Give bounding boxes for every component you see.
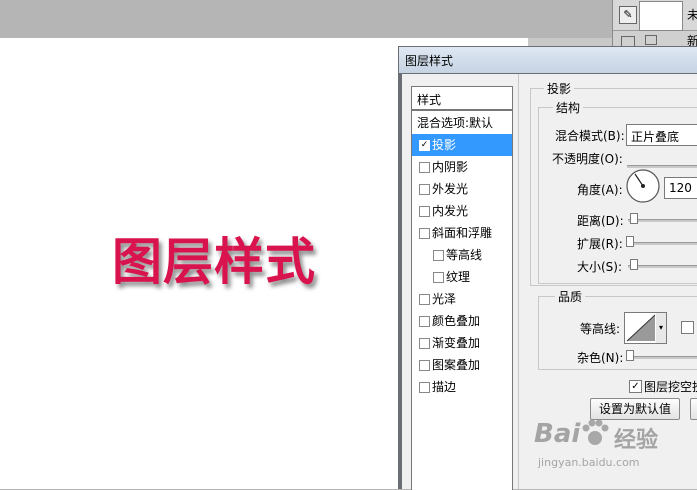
list-item-texture[interactable]: 纹理 bbox=[412, 266, 512, 288]
contour-preview-icon bbox=[626, 314, 656, 342]
list-item-label: 等高线 bbox=[446, 248, 483, 262]
list-item-blending-options[interactable]: 混合选项:默认 bbox=[412, 112, 512, 134]
list-item-label: 投影 bbox=[432, 138, 457, 152]
noise-slider-thumb[interactable] bbox=[626, 350, 634, 361]
blend-mode-label: 混合模式(B): bbox=[555, 129, 625, 143]
list-item-label: 纹理 bbox=[446, 270, 471, 284]
brush-icon[interactable]: ✎ bbox=[619, 6, 637, 24]
chevron-down-icon[interactable]: ▾ bbox=[656, 312, 667, 344]
size-slider-thumb[interactable] bbox=[630, 259, 638, 270]
list-item-gradient-overlay[interactable]: 渐变叠加 bbox=[412, 332, 512, 354]
blend-mode-value: 正片叠底 bbox=[631, 130, 680, 144]
contour-label: 等高线: bbox=[580, 322, 621, 336]
contour-picker[interactable] bbox=[624, 312, 658, 344]
list-item-inner-glow[interactable]: 内发光 bbox=[412, 200, 512, 222]
list-item-satin[interactable]: 光泽 bbox=[412, 288, 512, 310]
list-item-label: 混合选项:默认 bbox=[417, 116, 494, 130]
contour-checkbox[interactable] bbox=[433, 250, 444, 261]
list-item-label: 光泽 bbox=[432, 292, 457, 306]
color-overlay-checkbox[interactable] bbox=[419, 316, 430, 327]
opacity-label: 不透明度(O): bbox=[552, 152, 623, 166]
distance-slider-thumb[interactable] bbox=[630, 213, 638, 224]
spread-slider[interactable] bbox=[628, 242, 697, 245]
layer-thumbnail bbox=[639, 1, 683, 31]
spread-slider-thumb[interactable] bbox=[626, 236, 634, 247]
noise-label: 杂色(N): bbox=[577, 351, 624, 365]
outer-glow-checkbox[interactable] bbox=[419, 184, 430, 195]
noise-slider[interactable] bbox=[628, 356, 697, 359]
pattern-overlay-checkbox[interactable] bbox=[419, 360, 430, 371]
section-title: 投影 bbox=[544, 80, 575, 97]
watermark-brand: Bai bbox=[534, 419, 581, 449]
layers-panel: ✎ 未标 新建 bbox=[612, 0, 697, 48]
list-item-label: 斜面和浮雕 bbox=[432, 226, 493, 240]
list-item-stroke[interactable]: 描边 bbox=[412, 376, 512, 398]
bevel-emboss-checkbox[interactable] bbox=[419, 228, 430, 239]
satin-checkbox[interactable] bbox=[419, 294, 430, 305]
list-item-pattern-overlay[interactable]: 图案叠加 bbox=[412, 354, 512, 376]
layer-row[interactable]: ✎ 未标 bbox=[613, 0, 697, 31]
texture-checkbox[interactable] bbox=[433, 272, 444, 283]
list-item-bevel-emboss[interactable]: 斜面和浮雕 bbox=[412, 222, 512, 244]
inner-glow-checkbox[interactable] bbox=[419, 206, 430, 217]
list-item-label: 内发光 bbox=[432, 204, 469, 218]
list-item-label: 外发光 bbox=[432, 182, 469, 196]
list-item-label: 描边 bbox=[432, 380, 457, 394]
drop-shadow-checkbox[interactable]: ✓ bbox=[419, 140, 430, 151]
list-item-drop-shadow[interactable]: ✓ 投影 bbox=[412, 134, 512, 156]
angle-input[interactable]: 120 bbox=[664, 177, 697, 199]
size-label: 大小(S): bbox=[577, 260, 623, 274]
dialog-title: 图层样式 bbox=[405, 54, 454, 68]
angle-value: 120 bbox=[669, 181, 692, 195]
blend-mode-select[interactable]: 正片叠底 bbox=[626, 124, 697, 146]
layer-name: 未标 bbox=[687, 8, 697, 22]
watermark-url: jingyan.baidu.com bbox=[538, 456, 640, 469]
styles-header-label: 样式 bbox=[417, 93, 442, 107]
list-item-color-overlay[interactable]: 颜色叠加 bbox=[412, 310, 512, 332]
list-item-contour[interactable]: 等高线 bbox=[412, 244, 512, 266]
layer-row[interactable]: 新建 bbox=[613, 31, 697, 48]
watermark-brand-cn: 经验 bbox=[614, 428, 659, 453]
anti-alias-checkbox[interactable] bbox=[681, 321, 694, 334]
list-item-label: 颜色叠加 bbox=[432, 314, 481, 328]
list-item-outer-glow[interactable]: 外发光 bbox=[412, 178, 512, 200]
list-item-label: 渐变叠加 bbox=[432, 336, 481, 350]
folder-icon bbox=[645, 35, 657, 45]
size-slider[interactable] bbox=[628, 265, 697, 268]
set-default-button[interactable]: 设置为默认值 bbox=[590, 398, 680, 420]
styles-list: 混合选项:默认 ✓ 投影 内阴影 外发光 内发光 斜面和浮雕 等高线 纹理 光泽… bbox=[411, 110, 513, 490]
paw-icon bbox=[580, 418, 610, 448]
inner-shadow-checkbox[interactable] bbox=[419, 162, 430, 173]
list-item-label: 图案叠加 bbox=[432, 358, 481, 372]
distance-label: 距离(D): bbox=[577, 214, 624, 228]
distance-slider[interactable] bbox=[628, 219, 697, 222]
list-item-label: 内阴影 bbox=[432, 160, 469, 174]
knockout-checkbox[interactable]: ✓ bbox=[629, 380, 642, 393]
angle-dial-icon bbox=[626, 169, 660, 203]
angle-dial[interactable] bbox=[625, 168, 661, 204]
stroke-checkbox[interactable] bbox=[419, 382, 430, 393]
list-item-inner-shadow[interactable]: 内阴影 bbox=[412, 156, 512, 178]
angle-label: 角度(A): bbox=[577, 183, 623, 197]
quality-title: 品质 bbox=[555, 288, 586, 305]
styles-header[interactable]: 样式 bbox=[411, 86, 513, 110]
panel-divider bbox=[518, 74, 519, 489]
spread-label: 扩展(R): bbox=[577, 237, 623, 251]
gradient-overlay-checkbox[interactable] bbox=[419, 338, 430, 349]
structure-title: 结构 bbox=[553, 99, 584, 116]
knockout-label: 图层挖空投 bbox=[644, 380, 697, 394]
reset-default-button[interactable] bbox=[690, 398, 697, 420]
canvas-text-layer[interactable]: 图层样式 bbox=[112, 222, 316, 294]
